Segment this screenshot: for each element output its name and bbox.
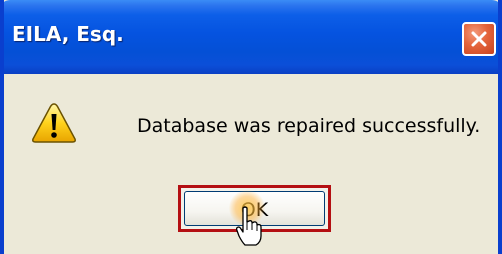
dialog-message: Database was repaired successfully.: [137, 115, 481, 137]
warning-icon: [31, 102, 77, 149]
window-title: EILA, Esq.: [12, 22, 124, 46]
message-dialog: EILA, Esq. Database was repaired success…: [0, 0, 502, 254]
title-bar[interactable]: EILA, Esq.: [4, 0, 498, 74]
close-button[interactable]: [462, 22, 496, 56]
hand-pointer-icon: [235, 206, 262, 251]
